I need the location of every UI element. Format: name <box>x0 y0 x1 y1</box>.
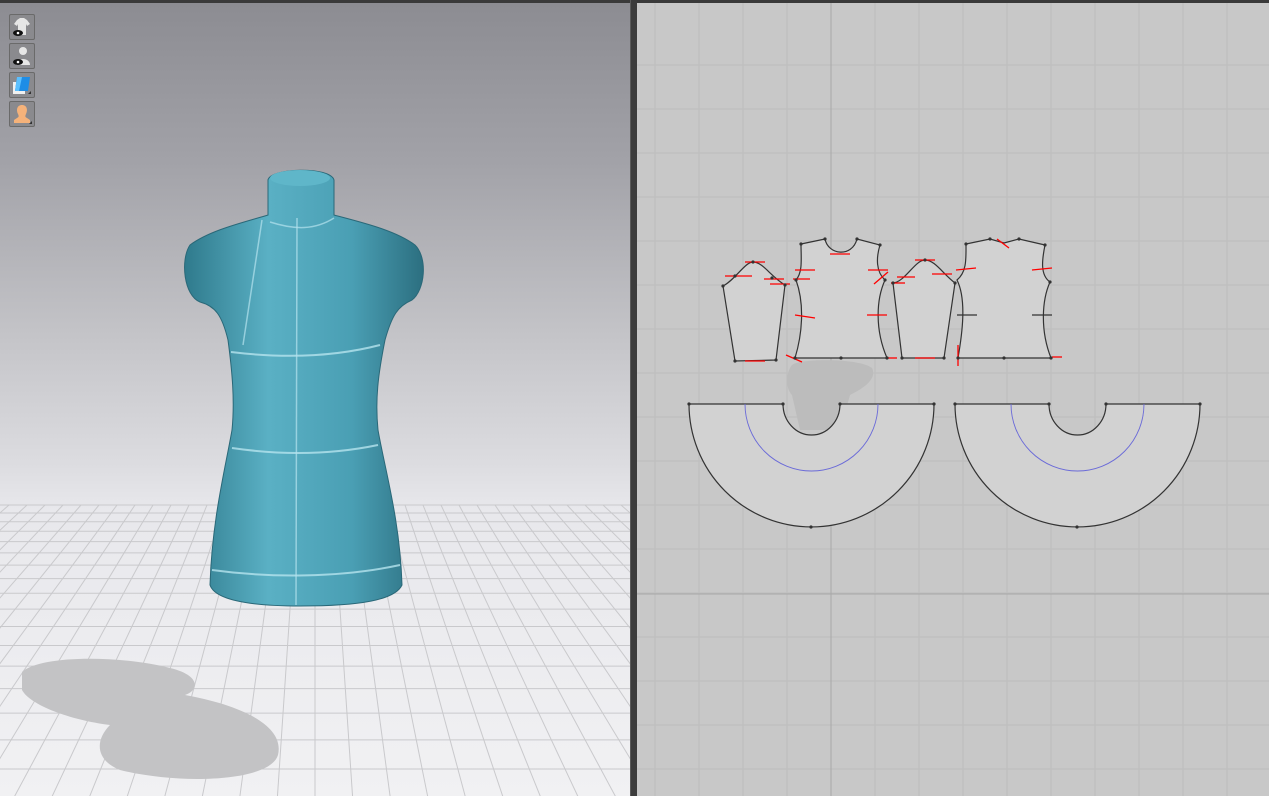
avatar-scene <box>22 169 424 779</box>
viewport-splitter[interactable] <box>630 0 637 796</box>
texture-display-button[interactable] <box>9 72 35 98</box>
avatar-shadow <box>22 658 279 779</box>
3d-viewport[interactable] <box>0 3 630 796</box>
avatar-display-icon <box>14 105 32 124</box>
pattern-piece-bodice-front <box>794 238 888 359</box>
show-avatar-button[interactable] <box>9 43 35 69</box>
show-avatar-icon <box>13 47 30 65</box>
2d-pattern-window[interactable] <box>637 3 1269 796</box>
pattern-piece-sleeve-back <box>892 259 956 359</box>
pattern-piece-skirt-back <box>954 403 1201 528</box>
mannequin <box>184 169 424 607</box>
pattern-grid <box>637 3 1269 796</box>
show-garment-button[interactable] <box>9 14 35 40</box>
avatar-display-button[interactable] <box>9 101 35 127</box>
show-garment-icon <box>13 18 30 36</box>
pattern-canvas <box>637 3 1269 796</box>
texture-display-icon <box>13 77 31 94</box>
pattern-piece-sleeve-front <box>722 261 786 362</box>
pattern-piece-bodice-back <box>956 238 1052 359</box>
